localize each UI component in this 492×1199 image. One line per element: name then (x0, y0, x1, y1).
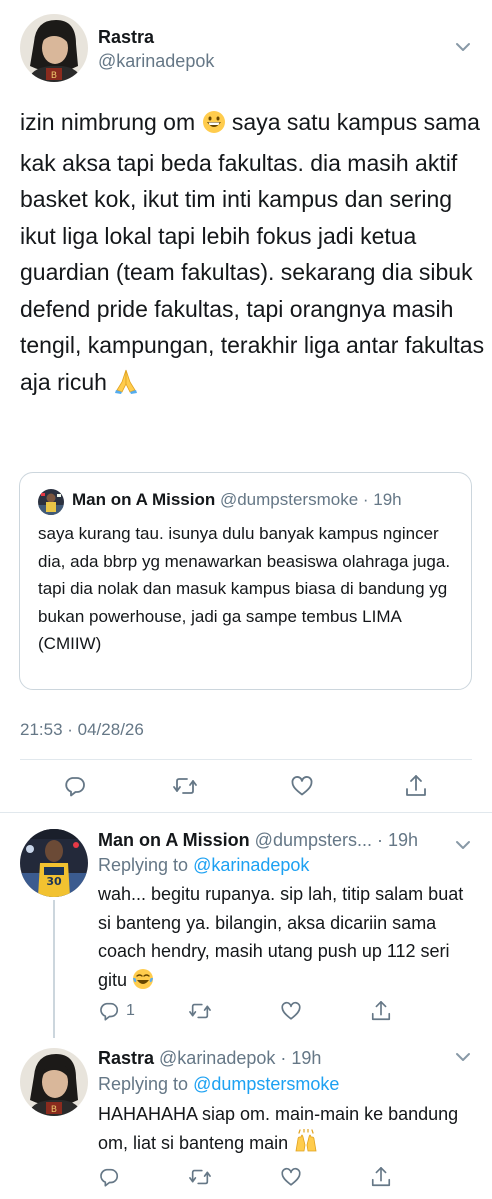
reply-text: wah... begitu rupanya. sip lah, titip sa… (98, 880, 478, 998)
quoted-tweet-header: Man on A Mission @dumpstersmoke · 19h (72, 490, 402, 510)
reply-text-body: HAHAHAHA siap om. main-main ke bandung o… (98, 1104, 459, 1153)
tweet-timestamp[interactable]: 21:53 · 04/28/26 (20, 720, 144, 740)
author-meta: @karinadepok · 19h (154, 1048, 322, 1068)
tweet-text-part2: saya satu kampus sama kak aksa tapi beda… (20, 109, 485, 395)
quoted-tweet[interactable]: Man on A Mission @dumpstersmoke · 19h sa… (19, 472, 472, 690)
like-icon (280, 1000, 302, 1022)
avatar[interactable]: B (20, 14, 88, 82)
share-icon (370, 1165, 392, 1189)
share-icon (404, 773, 428, 799)
raising-hands-emoji-icon (293, 1127, 319, 1162)
like-button[interactable] (280, 1000, 302, 1022)
reply-icon (98, 1000, 120, 1022)
retweet-icon (188, 1000, 212, 1022)
avatar (38, 489, 64, 515)
svg-text:B: B (51, 1105, 57, 1115)
author-name[interactable]: Rastra (98, 1048, 154, 1068)
folded-hands-emoji-icon (113, 368, 139, 405)
retweet-icon (172, 774, 198, 798)
retweet-icon (188, 1166, 212, 1188)
avatar[interactable]: B (20, 1048, 88, 1116)
divider (0, 812, 492, 813)
retweet-button[interactable] (188, 1166, 212, 1188)
reply-icon (98, 1166, 120, 1188)
replying-to-link[interactable]: @dumpstersmoke (193, 1074, 339, 1094)
replying-prefix: Replying to (98, 855, 194, 875)
svg-text:30: 30 (46, 875, 62, 888)
author-name[interactable]: Man on A Mission (98, 830, 250, 850)
chevron-down-icon[interactable] (454, 40, 472, 54)
grinning-face-emoji-icon (202, 108, 226, 145)
author-name[interactable]: Rastra (98, 27, 154, 48)
reply-header: Rastra @karinadepok · 19h (98, 1048, 321, 1069)
reply-header: Man on A Mission @dumpsters... · 19h (98, 830, 418, 851)
reply-button[interactable] (98, 1166, 120, 1188)
retweet-button[interactable] (172, 774, 198, 798)
share-button[interactable] (370, 1165, 392, 1189)
quoted-author-meta: @dumpstersmoke · 19h (215, 490, 402, 509)
reply-icon (63, 774, 87, 798)
avatar[interactable]: 30 (20, 829, 88, 897)
tweet-text: izin nimbrung om saya satu kampus sama k… (20, 104, 486, 404)
replying-to: Replying to @dumpstersmoke (98, 1074, 339, 1095)
reply-button[interactable]: 1 (98, 1000, 135, 1022)
share-button[interactable] (370, 999, 392, 1023)
share-icon (370, 999, 392, 1023)
chevron-down-icon[interactable] (454, 1050, 472, 1064)
reply-button[interactable] (63, 774, 87, 798)
chevron-down-icon[interactable] (454, 838, 472, 852)
main-tweet: B Rastra @karinadepok izin nimbrung om s… (0, 0, 492, 812)
retweet-button[interactable] (188, 1000, 212, 1022)
divider (20, 759, 472, 760)
author-handle[interactable]: @karinadepok (98, 51, 214, 72)
author-meta: @dumpsters... · 19h (249, 830, 419, 850)
tweet-text-part1: izin nimbrung om (20, 109, 202, 135)
face-with-tears-of-joy-emoji-icon (132, 968, 154, 999)
reply-text: HAHAHAHA siap om. main-main ke bandung o… (98, 1100, 478, 1161)
like-button[interactable] (290, 774, 314, 798)
replying-prefix: Replying to (98, 1074, 194, 1094)
like-icon (290, 774, 314, 798)
replying-to: Replying to @karinadepok (98, 855, 309, 876)
quoted-author-name: Man on A Mission (72, 490, 216, 509)
reply-count: 1 (126, 1002, 135, 1019)
replying-to-link[interactable]: @karinadepok (193, 855, 309, 875)
share-button[interactable] (404, 773, 428, 799)
thread-connector (53, 900, 55, 1038)
like-button[interactable] (280, 1166, 302, 1188)
like-icon (280, 1166, 302, 1188)
svg-text:B: B (51, 71, 57, 81)
quoted-tweet-text: saya kurang tau. isunya dulu banyak kamp… (38, 524, 451, 653)
